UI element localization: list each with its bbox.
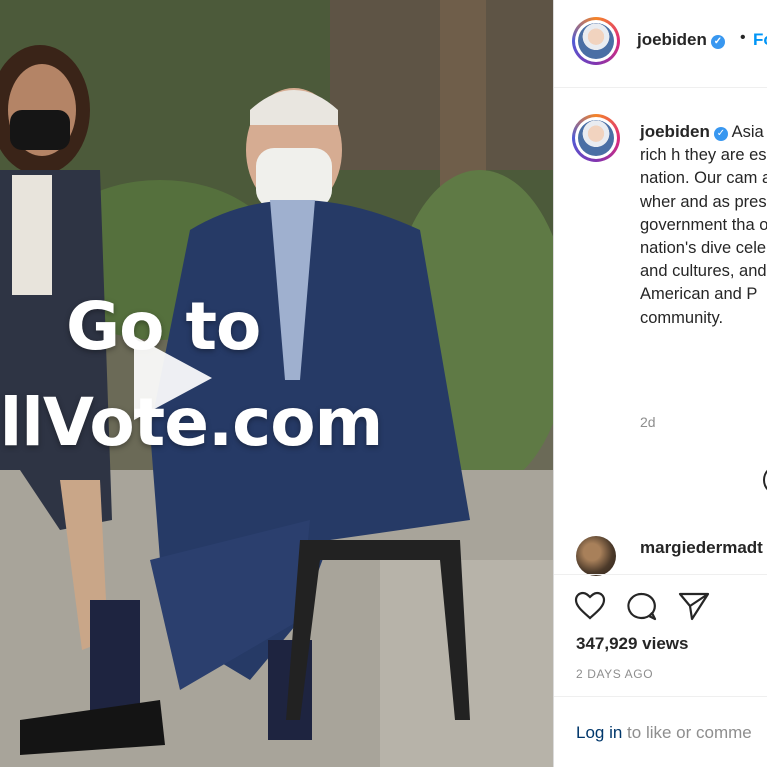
caption-avatar[interactable]	[572, 114, 620, 162]
post-video[interactable]: Go to illVote.com	[0, 0, 553, 767]
caption-body: Asia deep and rich h they are essent nat…	[640, 123, 767, 327]
more-options-icon[interactable]	[763, 465, 767, 495]
separator-dot: •	[740, 29, 746, 46]
caption-text-block: joebiden✓ Asia deep and rich h they are …	[640, 120, 767, 330]
login-prompt: Log in to like or comme	[576, 723, 752, 743]
heart-icon[interactable]	[574, 591, 606, 621]
view-count: 347,929 views	[576, 634, 689, 653]
play-icon[interactable]	[134, 336, 212, 420]
comment-icon[interactable]	[626, 591, 658, 621]
follow-button[interactable]: Fo	[753, 30, 767, 50]
avatar-image	[578, 120, 614, 156]
post-header: joebiden✓ • Fo	[554, 0, 767, 88]
posted-date[interactable]: 2 DAYS AGO	[576, 667, 653, 681]
caption-username[interactable]: joebiden	[640, 122, 710, 141]
paper-plane-icon[interactable]	[678, 591, 710, 621]
login-bar: Log in to like or comme	[554, 696, 767, 767]
verified-badge-icon: ✓	[713, 127, 728, 141]
login-prompt-rest: to like or comme	[622, 723, 752, 742]
commenter-avatar[interactable]	[576, 536, 616, 576]
login-link[interactable]: Log in	[576, 723, 622, 742]
post-actions: 347,929 views 2 DAYS AGO	[554, 574, 767, 697]
header-username[interactable]: joebiden ✓	[637, 30, 725, 50]
username-text[interactable]: joebiden	[637, 30, 707, 49]
avatar-image	[578, 23, 614, 59]
verified-badge-icon: ✓	[710, 35, 725, 49]
caption-timestamp[interactable]: 2d	[640, 414, 656, 430]
comment-username[interactable]: margiedermadt	[640, 538, 763, 558]
avatar[interactable]	[572, 17, 620, 65]
post-side-panel: joebiden✓ • Fo joebiden✓ Asia deep and r…	[553, 0, 767, 767]
